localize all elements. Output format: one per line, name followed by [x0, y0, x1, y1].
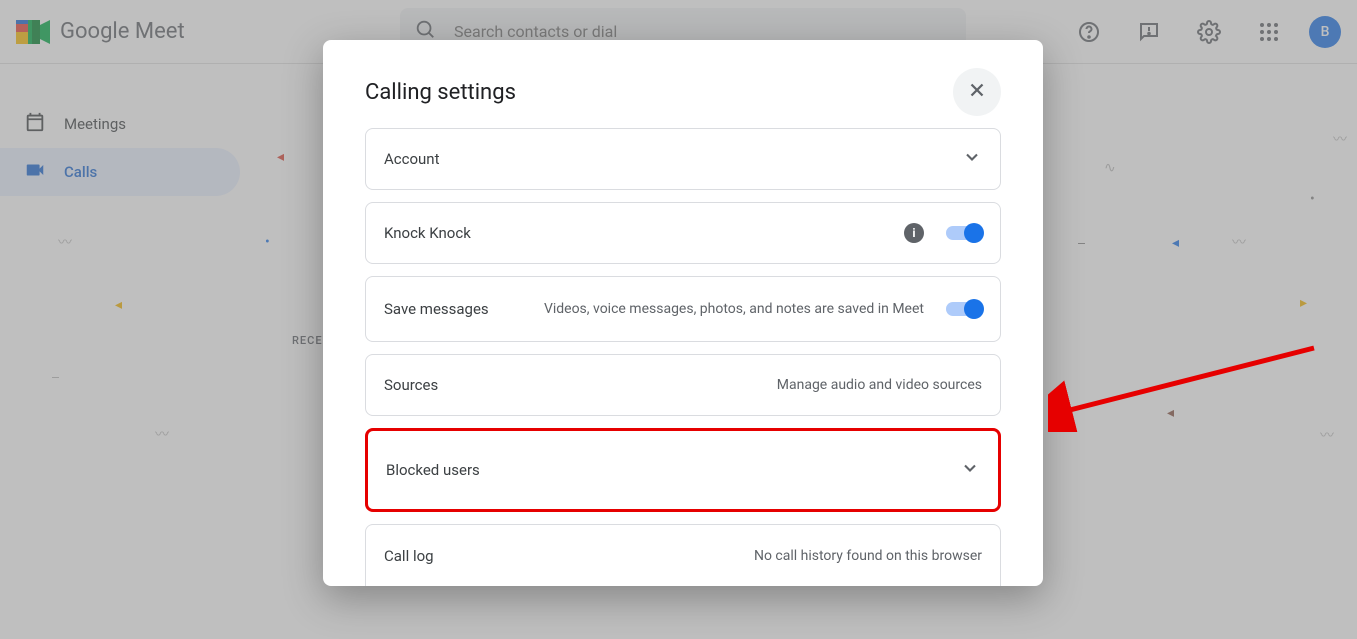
- row-label: Knock Knock: [384, 224, 471, 242]
- row-sublabel: No call history found on this browser: [754, 548, 982, 564]
- settings-row-call-log[interactable]: Call log No call history found on this b…: [365, 524, 1001, 586]
- row-sublabel: Videos, voice messages, photos, and note…: [544, 301, 924, 317]
- modal-title: Calling settings: [365, 80, 516, 105]
- row-label: Account: [384, 150, 440, 168]
- close-button[interactable]: [953, 68, 1001, 116]
- chevron-down-icon: [962, 147, 982, 171]
- save-messages-toggle[interactable]: [946, 302, 982, 316]
- info-icon[interactable]: i: [904, 223, 924, 243]
- calling-settings-modal: Calling settings Account Knock Knock i S…: [323, 40, 1043, 586]
- row-label: Blocked users: [386, 461, 480, 479]
- row-label: Call log: [384, 547, 434, 565]
- row-label: Sources: [384, 376, 438, 394]
- close-icon: [966, 79, 988, 105]
- settings-row-blocked-users[interactable]: Blocked users: [365, 428, 1001, 512]
- row-label: Save messages: [384, 300, 489, 318]
- row-sublabel: Manage audio and video sources: [777, 377, 982, 393]
- knock-knock-toggle[interactable]: [946, 226, 982, 240]
- settings-row-sources[interactable]: Sources Manage audio and video sources: [365, 354, 1001, 416]
- settings-row-account[interactable]: Account: [365, 128, 1001, 190]
- chevron-down-icon: [960, 458, 980, 482]
- settings-row-knock-knock[interactable]: Knock Knock i: [365, 202, 1001, 264]
- settings-row-save-messages[interactable]: Save messages Videos, voice messages, ph…: [365, 276, 1001, 342]
